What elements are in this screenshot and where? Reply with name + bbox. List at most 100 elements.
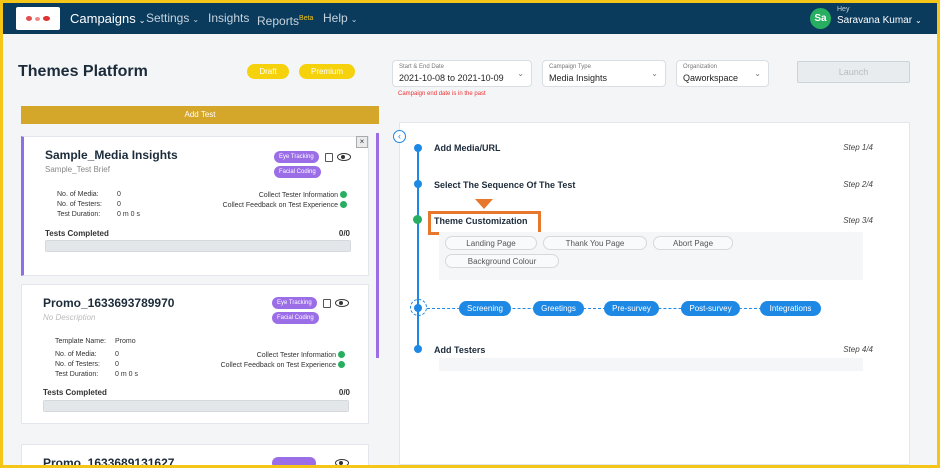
test-description: Sample_Test Brief <box>45 165 110 174</box>
chevron-down-icon: ⌄ <box>915 16 922 25</box>
collapse-icon[interactable]: ‹ <box>393 130 406 143</box>
organization-select[interactable]: Organization Qaworkspace ⌄ <box>676 60 769 87</box>
abort-page-chip[interactable]: Abort Page <box>653 236 733 250</box>
tests-completed-label: Tests Completed <box>45 229 109 238</box>
greeting-text: Hey <box>837 6 850 13</box>
media-count-label: No. of Media: <box>55 351 97 358</box>
step-dot <box>414 304 422 312</box>
greetings-pill[interactable]: Greetings <box>533 301 584 316</box>
scrollbar[interactable] <box>376 133 379 358</box>
date-error-text: Campaign end date is in the past <box>398 91 486 97</box>
step-number: Step 4/4 <box>843 345 873 354</box>
premium-badge: Premium <box>299 64 355 79</box>
facial-coding-tag: Facial Coding <box>274 166 321 178</box>
eye-icon[interactable] <box>337 153 351 161</box>
step-number: Step 1/4 <box>843 143 873 152</box>
chevron-down-icon: ⌄ <box>517 69 524 78</box>
testers-count-value: 0 <box>117 201 121 208</box>
page-title: Themes Platform <box>18 63 148 80</box>
chevron-down-icon: ⌄ <box>754 69 761 78</box>
nav-help[interactable]: Help ⌄ <box>323 3 357 34</box>
step-dot <box>414 180 422 188</box>
eye-icon[interactable] <box>335 299 349 307</box>
tests-completed-label: Tests Completed <box>43 388 107 397</box>
app-window: Campaigns ⌄ Settings ⌄ Insights ReportsBet… <box>3 3 937 465</box>
campaign-type-label: Campaign Type <box>549 64 591 70</box>
campaign-type-select[interactable]: Campaign Type Media Insights ⌄ <box>542 60 666 87</box>
eye-icon[interactable] <box>335 459 349 465</box>
nav-insights[interactable]: Insights <box>208 3 249 34</box>
media-count-label: No. of Media: <box>57 191 99 198</box>
test-card[interactable]: Promo_1633693789970 No Description Eye T… <box>21 284 369 424</box>
date-range-value: 2021-10-08 to 2021-10-09 <box>399 73 504 83</box>
copy-icon[interactable] <box>323 299 331 308</box>
duration-value: 0 m 0 s <box>117 211 140 218</box>
test-name: Promo_1633693789970 <box>43 296 175 310</box>
collect-tester-info: Collect Tester Information <box>145 351 345 359</box>
launch-button[interactable]: Launch <box>797 61 910 83</box>
organization-label: Organization <box>683 64 718 70</box>
steps-panel <box>399 122 910 465</box>
add-test-button[interactable]: Add Test <box>21 106 379 124</box>
copy-icon[interactable] <box>325 153 333 162</box>
date-range-field[interactable]: Start & End Date 2021-10-08 to 2021-10-0… <box>392 60 532 87</box>
facial-coding-tag: Facial Coding <box>272 312 319 324</box>
campaign-type-value: Media Insights <box>549 73 608 83</box>
test-name: Sample_Media Insights <box>45 148 178 162</box>
top-navbar: Campaigns ⌄ Settings ⌄ Insights ReportsBet… <box>3 3 937 34</box>
pre-survey-pill[interactable]: Pre-survey <box>604 301 659 316</box>
eye-tracking-tag: Eye Tracking <box>274 151 319 163</box>
tests-completed-value: 0/0 <box>338 229 350 238</box>
nav-reports[interactable]: ReportsBeta <box>257 3 313 34</box>
tests-completed-value: 0/0 <box>338 388 350 397</box>
test-card[interactable]: Promo_1633689131627 <box>21 444 369 465</box>
brand-logo[interactable] <box>16 7 60 30</box>
test-name: Promo_1633689131627 <box>43 456 175 465</box>
media-count-value: 0 <box>115 351 119 358</box>
nav-campaigns[interactable]: Campaigns ⌄ <box>70 3 145 34</box>
duration-value: 0 m 0 s <box>115 371 138 378</box>
chevron-down-icon: ⌄ <box>192 15 200 24</box>
chevron-down-icon: ⌄ <box>350 15 358 24</box>
screening-pill[interactable]: Screening <box>459 301 511 316</box>
step-add-media[interactable]: Add Media/URL <box>434 143 501 153</box>
nav-settings[interactable]: Settings ⌄ <box>146 3 199 34</box>
step-select-sequence[interactable]: Select The Sequence Of The Test <box>434 180 575 190</box>
step-dot <box>414 345 422 353</box>
test-card[interactable]: Sample_Media Insights Sample_Test Brief … <box>21 136 369 276</box>
thank-you-page-chip[interactable]: Thank You Page <box>543 236 647 250</box>
draft-badge: Draft <box>247 64 289 79</box>
duration-label: Test Duration: <box>57 211 101 218</box>
template-name-value: Promo <box>115 338 136 345</box>
avatar[interactable]: Sa <box>810 8 831 29</box>
testers-count-value: 0 <box>115 361 119 368</box>
check-icon <box>340 201 347 208</box>
eye-tracking-tag: Eye Tracking <box>272 297 317 309</box>
landing-page-chip[interactable]: Landing Page <box>445 236 537 250</box>
organization-value: Qaworkspace <box>683 73 739 83</box>
close-icon[interactable]: × <box>356 136 368 148</box>
highlight-arrow <box>475 199 493 209</box>
progress-bar <box>45 240 351 252</box>
duration-label: Test Duration: <box>55 371 99 378</box>
user-menu[interactable]: Saravana Kumar ⌄ <box>837 15 922 26</box>
beta-badge: Beta <box>299 15 314 22</box>
background-colour-chip[interactable]: Background Colour <box>445 254 559 268</box>
step-add-testers[interactable]: Add Testers <box>434 345 485 355</box>
date-range-label: Start & End Date <box>399 64 445 70</box>
collect-feedback: Collect Feedback on Test Experience <box>145 361 345 369</box>
post-survey-pill[interactable]: Post-survey <box>681 301 740 316</box>
eye-tracking-tag <box>272 457 316 465</box>
integrations-pill[interactable]: Integrations <box>760 301 821 316</box>
step-theme-customization[interactable]: Theme Customization <box>434 216 528 226</box>
chevron-down-icon: ⌄ <box>651 69 658 78</box>
check-icon <box>413 215 422 224</box>
chevron-down-icon: ⌄ <box>138 16 146 25</box>
collect-tester-info: Collect Tester Information <box>147 191 347 199</box>
testers-count-label: No. of Testers: <box>55 361 101 368</box>
collect-feedback: Collect Feedback on Test Experience <box>147 201 347 209</box>
step-number: Step 3/4 <box>843 216 873 225</box>
media-count-value: 0 <box>117 191 121 198</box>
step-dot <box>414 144 422 152</box>
check-icon <box>340 191 347 198</box>
